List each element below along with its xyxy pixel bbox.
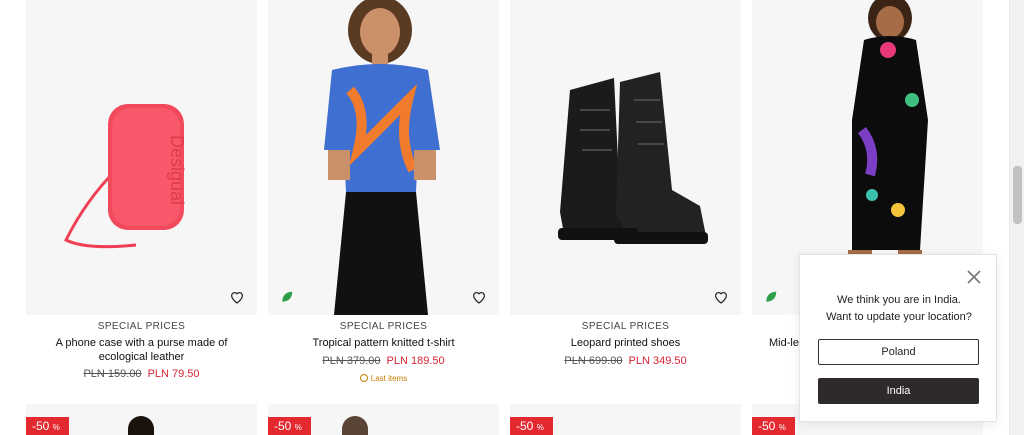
sale-price: PLN 349.50	[628, 355, 687, 367]
product-price: PLN 379.00 PLN 189.50	[268, 355, 499, 367]
sale-price: PLN 79.50	[147, 368, 200, 380]
product-card[interactable]: Desigual SPECIAL PRICES A phone case wit…	[26, 0, 257, 400]
location-popup: We think you are in India. Want to updat…	[799, 254, 997, 422]
product-image[interactable]	[268, 0, 499, 315]
product-image[interactable]: Desigual	[26, 0, 257, 315]
original-price: PLN 159.00	[83, 368, 142, 380]
product-category: SPECIAL PRICES	[339, 321, 428, 332]
scrollbar-thumb[interactable]	[1013, 166, 1022, 224]
phone-purse-image: Desigual	[63, 104, 187, 249]
wishlist-heart-icon[interactable]	[471, 289, 487, 305]
stock-status: Last items	[268, 374, 499, 383]
model-tshirt-image	[324, 0, 440, 315]
boots-image	[558, 72, 708, 244]
product-card-preview[interactable]: -50 %	[268, 404, 499, 435]
product-name[interactable]: Tropical pattern knitted t-shirt	[268, 336, 499, 350]
product-price: PLN 159.00 PLN 79.50	[26, 368, 257, 380]
eco-leaf-icon	[766, 291, 777, 302]
sale-price: PLN 189.50	[386, 355, 445, 367]
location-message: We think you are in India. Want to updat…	[826, 294, 972, 323]
original-price: PLN 379.00	[322, 355, 381, 367]
discount-badge: -50 %	[752, 417, 795, 435]
model-image	[342, 416, 368, 435]
eco-leaf-icon	[282, 291, 293, 302]
product-card-preview[interactable]: -50 %	[510, 404, 741, 435]
svg-text:Desigual: Desigual	[167, 135, 187, 205]
product-price: PLN 699.00 PLN 349.50	[510, 355, 741, 367]
product-card[interactable]: SPECIAL PRICES Tropical pattern knitted …	[268, 0, 499, 400]
product-image[interactable]	[510, 0, 741, 315]
model-image	[128, 416, 154, 435]
select-india-button[interactable]: India	[818, 378, 979, 404]
discount-badge: -50 %	[510, 417, 553, 435]
product-name[interactable]: Leopard printed shoes	[510, 336, 741, 350]
product-name[interactable]: A phone case with a purse made of ecolog…	[26, 336, 257, 364]
wishlist-heart-icon[interactable]	[229, 289, 245, 305]
product-card[interactable]: SPECIAL PRICES Leopard printed shoes PLN…	[510, 0, 741, 400]
discount-badge: -50 %	[26, 417, 69, 435]
original-price: PLN 699.00	[564, 355, 623, 367]
product-card-preview[interactable]: -50 %	[26, 404, 257, 435]
discount-badge: -50 %	[268, 417, 311, 435]
vertical-scrollbar[interactable]	[1009, 0, 1024, 435]
select-poland-button[interactable]: Poland	[818, 339, 979, 365]
product-category: SPECIAL PRICES	[97, 321, 186, 332]
product-category: SPECIAL PRICES	[581, 321, 670, 332]
wishlist-heart-icon[interactable]	[713, 289, 729, 305]
clock-icon	[359, 374, 368, 382]
close-icon[interactable]	[966, 269, 982, 285]
